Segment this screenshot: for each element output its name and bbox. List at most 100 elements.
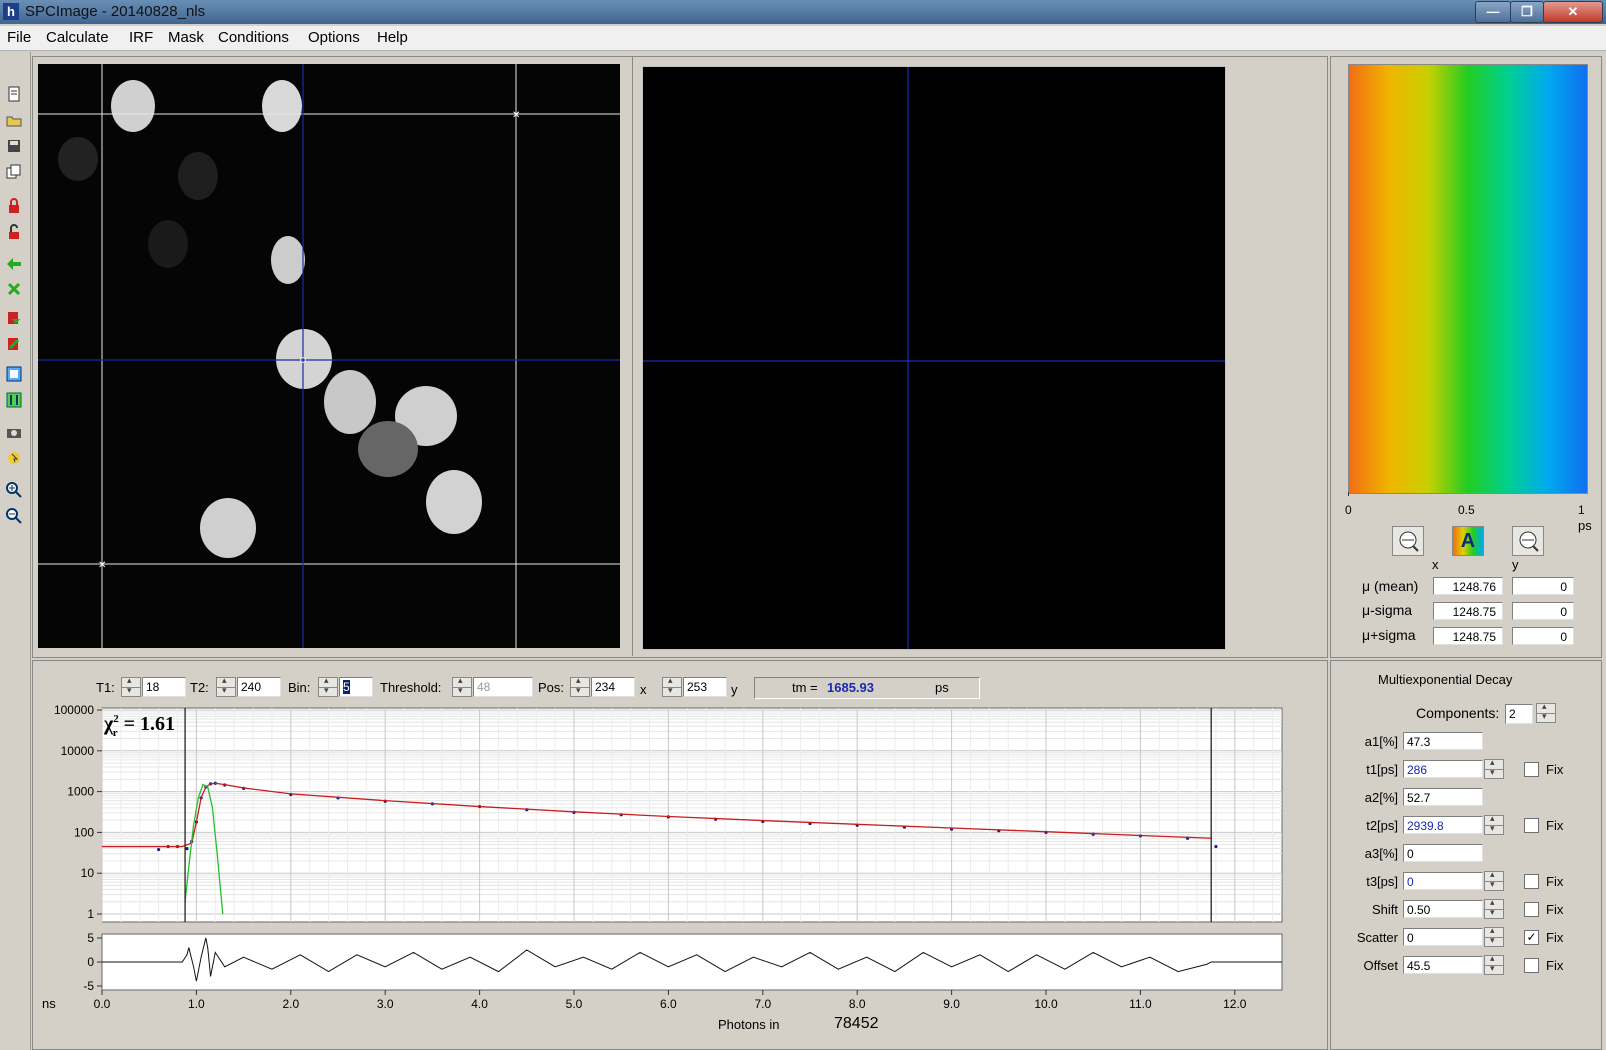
param-spinner-scatter[interactable] [1484,925,1504,947]
x-tick-label: 5.0 [566,997,583,1011]
t2-spinner[interactable] [216,675,236,697]
lifetime-image[interactable] [642,66,1226,650]
x-tick-label: 6.0 [660,997,677,1011]
mean-label: μ (mean) [1362,578,1419,594]
bin-value: 5 [343,680,350,694]
residual-y-axis: 5 0 -5 [83,931,102,993]
lifetime-image-canvas[interactable] [643,67,1225,649]
minimize-button[interactable]: — [1475,1,1511,23]
save-icon[interactable] [5,138,23,156]
y-tick-label: 100 [74,825,94,839]
residual-tick-label: -5 [83,979,94,993]
import-icon[interactable] [5,310,23,328]
measured-decay-point [185,847,189,851]
tm-display: tm = 1685.93 ps [754,677,980,699]
pos-y-field[interactable]: 253 [683,677,727,697]
param-field-a3[interactable]: 0 [1403,844,1483,862]
zoom-y-button[interactable] [1512,526,1544,556]
zoom-x-icon [1399,531,1419,552]
param-label-offset: Offset [1363,958,1398,973]
zoom-in-icon[interactable] [5,482,23,500]
param-fix-checkbox-offset[interactable] [1524,958,1539,973]
param-field-t1[interactable]: 286 [1403,760,1483,778]
lock-icon[interactable] [5,198,23,216]
pos-x-spinner[interactable] [570,675,590,697]
param-fix-checkbox-scatter[interactable]: ✓ [1524,930,1539,945]
plus-sigma-y-field[interactable]: 0 [1512,627,1574,645]
tm-label: tm = [792,680,818,695]
param-field-t3[interactable]: 0 [1403,872,1483,890]
open-icon[interactable] [5,112,23,130]
param-field-a1[interactable]: 47.3 [1403,732,1483,750]
threshold-field[interactable]: 48 [473,677,533,697]
param-fix-checkbox-t2[interactable] [1524,818,1539,833]
pointer-icon[interactable] [5,450,23,468]
param-label-t1: t1[ps] [1366,762,1398,777]
arrow-down-icon[interactable] [5,282,23,300]
threshold-spinner[interactable] [452,675,472,697]
minus-sigma-x-field[interactable]: 1248.75 [1433,602,1503,620]
t1-field[interactable]: 18 [142,677,186,697]
param-spinner-offset[interactable] [1484,953,1504,975]
intensity-image-canvas[interactable]: ✕ ✕ [38,64,620,648]
auto-scale-button[interactable]: A [1452,526,1484,556]
t2-field[interactable]: 240 [237,677,281,697]
bar-icon[interactable] [5,392,23,410]
param-fix-checkbox-t3[interactable] [1524,874,1539,889]
decay-chart[interactable]: 100000 10000 1000 100 10 1 5 0 -5 0.0 1.0 2.0 3.0 4… [36,700,1288,1030]
svg-text:✕: ✕ [98,560,106,571]
minus-sigma-y-field[interactable]: 0 [1512,602,1574,620]
t1-spinner[interactable] [121,675,141,697]
menu-conditions[interactable]: Conditions [218,29,289,46]
t2-label: T2: [190,680,209,695]
pos-x-field[interactable]: 234 [591,677,635,697]
unlock-icon[interactable] [5,224,23,242]
zoom-x-button[interactable] [1392,526,1424,556]
param-label-a2: a2[%] [1364,790,1398,805]
close-button[interactable]: ✕ [1543,1,1603,23]
y-tick-label: 10000 [61,744,95,758]
export-icon[interactable] [5,336,23,354]
menu-mask[interactable]: Mask [168,29,204,46]
param-field-offset[interactable]: 45.5 [1403,956,1483,974]
menu-calculate[interactable]: Calculate [46,29,109,46]
param-spinner-t2[interactable] [1484,813,1504,835]
plus-sigma-x-field[interactable]: 1248.75 [1433,627,1503,645]
menu-help[interactable]: Help [377,29,408,46]
param-field-scatter[interactable]: 0 [1403,928,1483,946]
bin-spinner[interactable] [318,675,338,697]
param-spinner-t1[interactable] [1484,757,1504,779]
param-fix-checkbox-shift[interactable] [1524,902,1539,917]
param-spinner-shift[interactable] [1484,897,1504,919]
param-fix-checkbox-t1[interactable] [1524,762,1539,777]
param-field-shift[interactable]: 0.50 [1403,900,1483,918]
menu-irf[interactable]: IRF [129,29,153,46]
y-tick-label: 100000 [54,703,94,717]
zoom-out-icon[interactable] [5,508,23,526]
frame-icon[interactable] [5,366,23,384]
menu-options[interactable]: Options [308,29,360,46]
color-scale-tick-0: 0 [1345,503,1352,517]
menu-bar: File Calculate IRF Mask Conditions Optio… [0,26,1606,51]
param-field-t2[interactable]: 2939.8 [1403,816,1483,834]
param-fix-label-shift: Fix [1546,902,1564,917]
param-label-t3: t3[ps] [1366,874,1398,889]
components-spinner[interactable] [1536,701,1556,723]
menu-file[interactable]: File [7,29,31,46]
maximize-button[interactable]: ❐ [1510,1,1544,23]
bin-field[interactable]: 5 [339,677,373,697]
pos-y-spinner[interactable] [662,675,682,697]
time-x-axis: 0.0 1.0 2.0 3.0 4.0 5.0 6.0 7.0 8.0 9.0 10.0 11.0 12… [94,990,1247,1011]
color-scale-bar [1348,64,1588,494]
x-tick-label: 12.0 [1223,997,1247,1011]
mean-x-field[interactable]: 1248.76 [1433,577,1503,595]
components-field[interactable]: 2 [1505,704,1533,724]
new-icon[interactable] [5,86,23,104]
mean-y-field[interactable]: 0 [1512,577,1574,595]
copy-icon[interactable] [5,164,23,182]
param-spinner-t3[interactable] [1484,869,1504,891]
param-field-a2[interactable]: 52.7 [1403,788,1483,806]
arrow-left-icon[interactable] [5,256,23,274]
camera-icon[interactable] [5,424,23,442]
intensity-image[interactable]: ✕ ✕ [38,64,620,648]
